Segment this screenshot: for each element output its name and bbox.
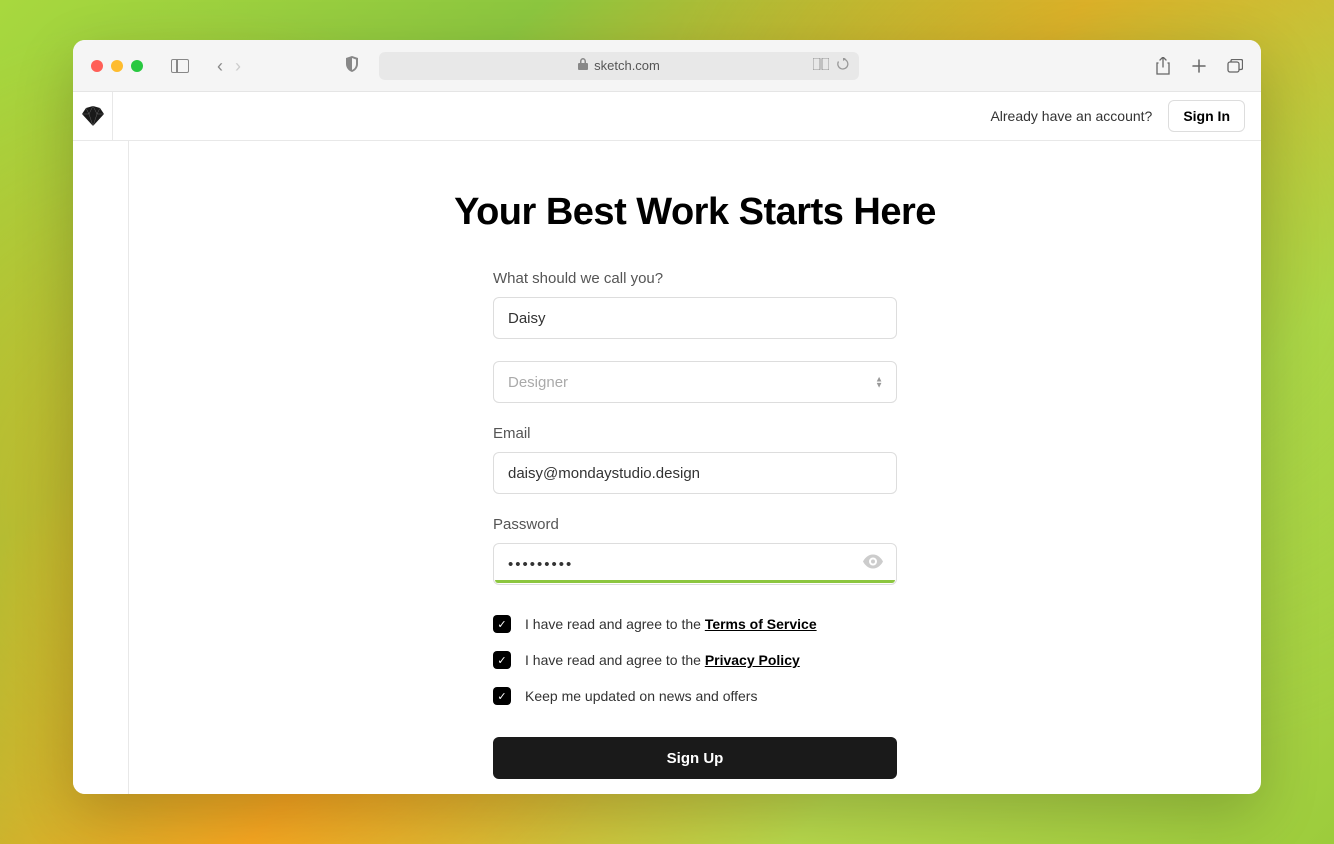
forward-button: › [235,57,241,75]
show-password-icon[interactable] [863,555,883,574]
signin-button[interactable]: Sign In [1168,100,1245,132]
role-select-value: Designer [493,361,897,403]
news-text: Keep me updated on news and offers [525,688,757,704]
traffic-lights [91,60,143,72]
browser-window: ‹ › sketch.com [73,40,1261,794]
nav-arrows: ‹ › [217,57,241,75]
app-header: Already have an account? Sign In [73,92,1261,141]
tos-checkbox[interactable]: ✓ [493,615,511,633]
content-area: Your Best Work Starts Here What should w… [73,141,1261,794]
role-select[interactable]: Designer ▲▼ [493,361,897,403]
tos-text: I have read and agree to the Terms of Se… [525,616,817,632]
password-label: Password [493,516,897,533]
new-tab-icon[interactable] [1191,58,1207,74]
name-label: What should we call you? [493,270,897,287]
url-bar[interactable]: sketch.com [379,52,859,80]
news-checkbox[interactable]: ✓ [493,687,511,705]
browser-chrome: ‹ › sketch.com [73,40,1261,92]
email-label: Email [493,425,897,442]
password-strength-indicator [495,580,895,583]
password-input[interactable] [493,543,897,585]
tabs-overview-icon[interactable] [1227,58,1243,74]
maximize-window-icon[interactable] [131,60,143,72]
select-chevron-icon: ▲▼ [875,376,883,387]
page-title: Your Best Work Starts Here [454,191,936,234]
reader-icon[interactable] [813,58,829,73]
main-content: Your Best Work Starts Here What should w… [129,141,1261,794]
url-text: sketch.com [594,58,660,73]
privacy-checkbox-row: ✓ I have read and agree to the Privacy P… [493,651,897,669]
privacy-shield-icon[interactable] [345,56,359,75]
sidebar-toggle-icon[interactable] [171,59,189,73]
signup-button[interactable]: Sign Up [493,737,897,779]
tos-checkbox-row: ✓ I have read and agree to the Terms of … [493,615,897,633]
privacy-checkbox[interactable]: ✓ [493,651,511,669]
refresh-icon[interactable] [837,58,849,73]
minimize-window-icon[interactable] [111,60,123,72]
news-checkbox-row: ✓ Keep me updated on news and offers [493,687,897,705]
signup-form: What should we call you? Designer ▲▼ Ema… [493,270,897,779]
tos-link[interactable]: Terms of Service [705,616,817,632]
left-sidebar-strip [73,141,129,794]
privacy-text: I have read and agree to the Privacy Pol… [525,652,800,668]
lock-icon [578,58,588,73]
share-icon[interactable] [1155,58,1171,74]
name-input[interactable] [493,297,897,339]
back-button[interactable]: ‹ [217,57,223,75]
sketch-logo[interactable] [73,92,113,141]
close-window-icon[interactable] [91,60,103,72]
email-input[interactable] [493,452,897,494]
privacy-link[interactable]: Privacy Policy [705,652,800,668]
already-account-text: Already have an account? [990,108,1152,124]
